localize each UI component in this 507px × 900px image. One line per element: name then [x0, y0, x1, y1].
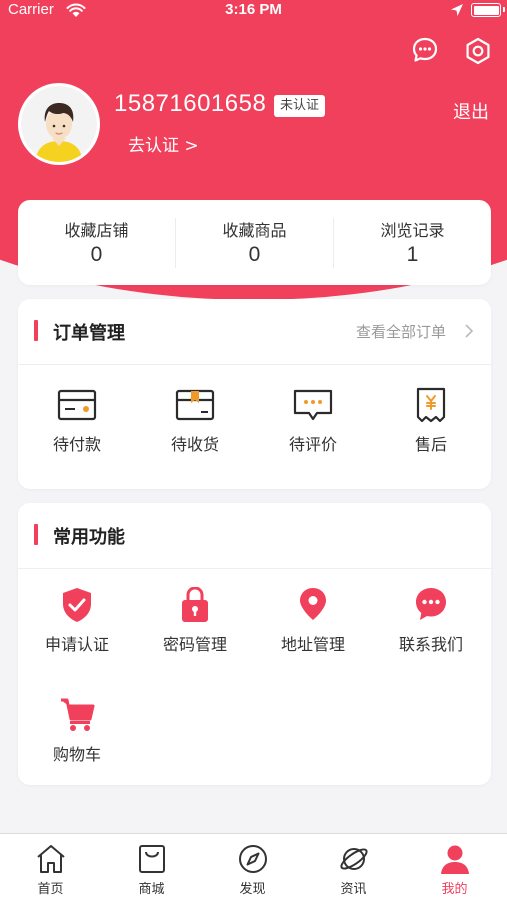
shopping-cart-icon: [61, 698, 95, 731]
grid-label: 购物车: [52, 745, 101, 764]
status-bar: Carrier 3:16 PM: [0, 0, 507, 22]
user-icon: [441, 845, 469, 874]
tab-home[interactable]: 首页: [0, 834, 101, 900]
tab-label: 资讯: [340, 882, 367, 897]
chevron-right-icon[interactable]: [464, 323, 474, 339]
chat-bubble-icon: [416, 588, 446, 620]
func-password-management[interactable]: 密码管理: [136, 587, 254, 667]
stat-value: 0: [248, 243, 261, 266]
shield-check-icon: [63, 588, 91, 622]
func-apply-certification[interactable]: 申请认证: [18, 587, 136, 667]
lock-icon: [182, 587, 208, 622]
grid-label: 售后: [414, 435, 447, 454]
stat-value: 1: [406, 243, 419, 266]
grid-label: 联系我们: [398, 635, 463, 654]
tab-label: 我的: [441, 882, 468, 897]
section-title: 订单管理: [53, 323, 125, 344]
grid-label: 地址管理: [280, 635, 345, 654]
logout-button[interactable]: 退出: [453, 98, 489, 124]
status-badge-uncertified: 未认证: [274, 95, 326, 117]
compass-icon: [239, 845, 267, 873]
functions-header: 常用功能: [18, 503, 491, 569]
grid-label: 待评价: [288, 435, 337, 454]
message-icon[interactable]: [412, 37, 438, 63]
func-shopping-cart[interactable]: 购物车: [18, 697, 136, 777]
status-time: 3:16 PM: [225, 1, 282, 18]
section-title: 常用功能: [53, 527, 125, 548]
grid-label: 申请认证: [44, 635, 109, 654]
stat-value: 0: [90, 243, 103, 266]
avatar-illustration: [21, 86, 97, 162]
tab-mall[interactable]: 商城: [101, 834, 202, 900]
receipt-icon: [416, 387, 446, 423]
stats-card: 收藏店铺 0 收藏商品 0 浏览记录 1: [18, 200, 491, 285]
grid-label: 密码管理: [162, 635, 227, 654]
stat-label: 浏览记录: [380, 221, 445, 240]
tab-label: 发现: [239, 882, 266, 897]
tab-mine[interactable]: 我的: [404, 834, 505, 900]
view-all-orders-link[interactable]: 查看全部订单: [356, 321, 446, 342]
func-address-management[interactable]: 地址管理: [254, 587, 372, 667]
settings-icon[interactable]: [464, 37, 492, 65]
orders-card: 订单管理 查看全部订单 待付款 待收货 待评价 售后: [18, 299, 491, 489]
tab-label: 首页: [37, 882, 64, 897]
location-pin-icon: [300, 588, 326, 620]
order-pending-payment[interactable]: 待付款: [18, 387, 136, 467]
planet-icon: [340, 848, 368, 870]
orders-header: 订单管理 查看全部订单: [18, 299, 491, 365]
stat-favorite-shops[interactable]: 收藏店铺 0: [18, 200, 175, 285]
order-pending-receipt[interactable]: 待收货: [136, 387, 254, 467]
phone-number: 15871601658: [114, 90, 267, 117]
tab-news[interactable]: 资讯: [303, 834, 404, 900]
order-after-sales[interactable]: 售后: [372, 387, 490, 467]
section-accent-bar: [34, 320, 38, 341]
tab-discover[interactable]: 发现: [202, 834, 303, 900]
wallet-card-icon: [57, 389, 97, 421]
shopping-bag-icon: [139, 845, 165, 873]
grid-label: 待收货: [170, 435, 219, 454]
avatar[interactable]: [18, 83, 100, 165]
func-contact-us[interactable]: 联系我们: [372, 587, 490, 667]
section-accent-bar: [34, 524, 38, 545]
package-box-icon: [175, 389, 215, 421]
bottom-tab-bar: 首页 商城 发现 资讯 我的: [0, 833, 507, 900]
stat-label: 收藏店铺: [64, 221, 129, 240]
stat-label: 收藏商品: [222, 221, 287, 240]
order-pending-review[interactable]: 待评价: [254, 387, 372, 467]
home-icon: [37, 845, 65, 873]
tab-label: 商城: [138, 882, 165, 897]
stat-favorite-products[interactable]: 收藏商品 0: [176, 200, 333, 285]
comment-icon: [293, 389, 333, 421]
location-arrow-icon: [451, 4, 463, 16]
battery-icon: [471, 3, 505, 17]
stat-browse-history[interactable]: 浏览记录 1: [334, 200, 491, 285]
grid-label: 待付款: [52, 435, 101, 454]
go-certify-link[interactable]: 去认证 >: [128, 131, 199, 156]
functions-card: 常用功能 申请认证 密码管理 地址管理 联系我们 购物车: [18, 503, 491, 785]
